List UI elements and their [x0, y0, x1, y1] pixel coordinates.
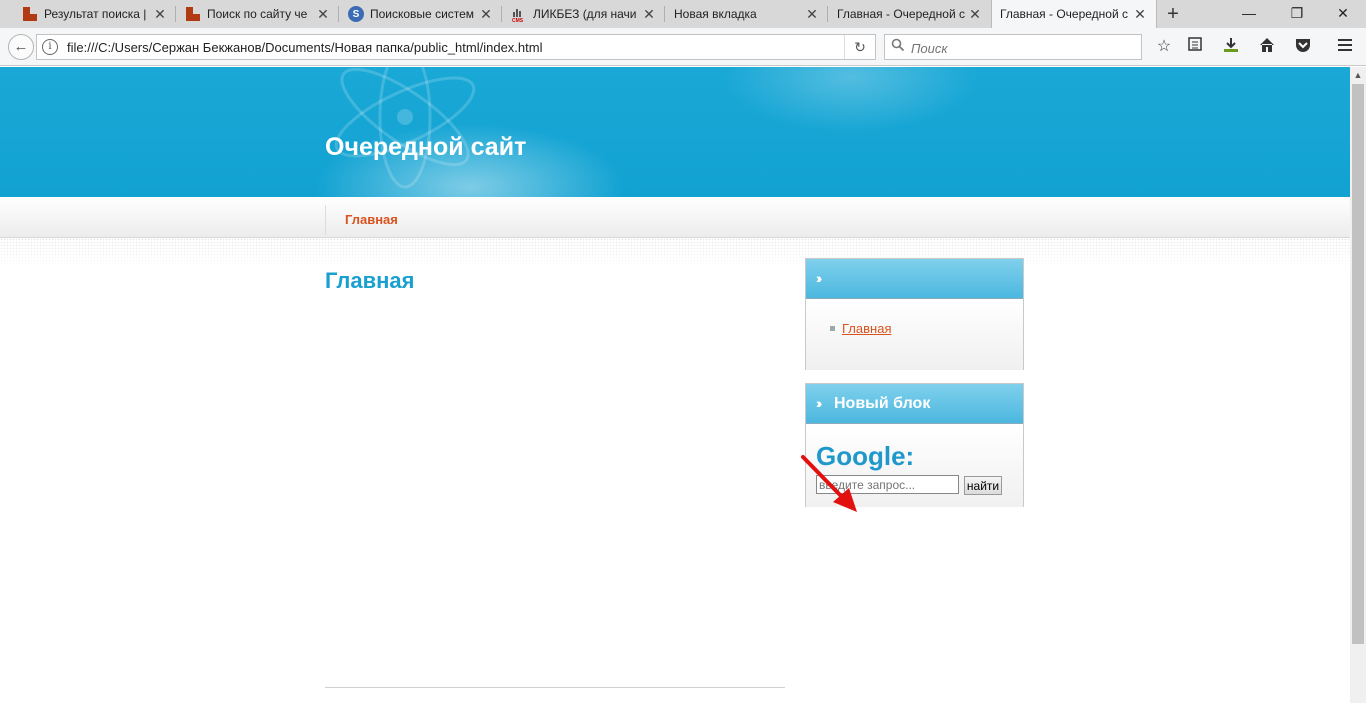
s-favicon-icon: S: [348, 6, 364, 22]
download-icon[interactable]: [1220, 36, 1242, 58]
tab-2[interactable]: Поиск по сайту че ✕: [177, 0, 339, 28]
close-tab-icon[interactable]: ✕: [315, 6, 331, 23]
google-search-button[interactable]: найти: [964, 476, 1002, 495]
star-icon[interactable]: ☆: [1153, 36, 1175, 58]
tab-title: ЛИКБЕЗ (для начи: [533, 7, 637, 21]
reload-icon[interactable]: ↻: [844, 35, 875, 59]
bullet-icon: [830, 326, 835, 331]
tab-5[interactable]: Новая вкладка ✕: [666, 0, 828, 28]
pocket-icon[interactable]: [1292, 36, 1314, 58]
grid-favicon-icon: [22, 6, 38, 22]
scrollbar-thumb[interactable]: [1352, 84, 1364, 644]
block-header: ››: [806, 259, 1023, 299]
menu-icon[interactable]: [1334, 36, 1356, 58]
tab-4[interactable]: CMS ЛИКБЕЗ (для начи ✕: [503, 0, 665, 28]
tab-7-active[interactable]: Главная - Очередной с ✕: [991, 0, 1157, 28]
info-icon[interactable]: i: [42, 39, 58, 55]
close-tab-icon[interactable]: ✕: [967, 6, 983, 23]
close-window-button[interactable]: ✕: [1320, 0, 1366, 28]
tab-6[interactable]: Главная - Очередной с ✕: [829, 0, 991, 28]
vertical-scrollbar[interactable]: ▲: [1350, 67, 1366, 703]
annotation-arrow-icon: [801, 455, 857, 512]
sidebar-link-home[interactable]: Главная: [842, 321, 891, 336]
back-button[interactable]: ←: [8, 34, 34, 60]
page-viewport: Очередной сайт Главная Главная ›› Главна…: [0, 67, 1350, 703]
site-title[interactable]: Очередной сайт: [325, 133, 526, 162]
tab-1[interactable]: Результат поиска | ✕: [14, 0, 176, 28]
close-tab-icon[interactable]: ✕: [804, 6, 820, 23]
reading-list-icon[interactable]: [1184, 36, 1206, 58]
close-tab-icon[interactable]: ✕: [641, 6, 657, 23]
block-header: ›› Новый блок: [806, 384, 1023, 424]
new-tab-button[interactable]: +: [1160, 3, 1186, 25]
dotted-band: [0, 238, 1350, 268]
scroll-up-icon[interactable]: ▲: [1350, 67, 1366, 83]
search-input[interactable]: [909, 38, 1133, 58]
search-icon: [891, 38, 905, 55]
block-title: Новый блок: [834, 395, 931, 412]
page-title: Главная: [325, 268, 415, 293]
tab-title: Поиск по сайту че: [207, 7, 308, 21]
tab-title: Новая вкладка: [674, 7, 757, 21]
grid-favicon-icon: [185, 6, 201, 22]
menu-item-home[interactable]: Главная: [345, 212, 398, 227]
restore-button[interactable]: ❐: [1274, 0, 1320, 28]
cms-favicon-icon: CMS: [511, 6, 527, 22]
close-tab-icon[interactable]: ✕: [478, 6, 494, 23]
site-header: Очередной сайт: [0, 67, 1350, 197]
sidebar-block-navigation: ›› Главная: [805, 258, 1024, 370]
close-tab-icon[interactable]: ✕: [152, 6, 168, 23]
svg-text:CMS: CMS: [512, 18, 524, 22]
atom-decoration-icon: [334, 67, 476, 189]
search-box[interactable]: [884, 34, 1142, 60]
block-body: Главная: [806, 299, 1023, 370]
tab-strip: Результат поиска | ✕ Поиск по сайту че ✕…: [0, 0, 1366, 28]
tab-title: Результат поиска |: [44, 7, 147, 21]
minimize-button[interactable]: —: [1226, 0, 1272, 28]
address-bar[interactable]: i file:///C:/Users/Сержан Бекжанов/Docum…: [36, 34, 876, 60]
tab-title: Поисковые систем: [370, 7, 475, 21]
double-chevron-icon: ››: [816, 270, 823, 286]
address-text[interactable]: file:///C:/Users/Сержан Бекжанов/Documen…: [67, 40, 542, 55]
close-tab-icon[interactable]: ✕: [1132, 6, 1148, 23]
tab-title: Главная - Очередной с: [1000, 7, 1129, 21]
main-menu: Главная: [0, 197, 1350, 238]
navigation-toolbar: ← i file:///C:/Users/Сержан Бекжанов/Doc…: [0, 28, 1366, 66]
content-divider: [325, 687, 785, 688]
double-chevron-icon: ››: [816, 395, 823, 411]
tab-3[interactable]: S Поисковые систем ✕: [340, 0, 502, 28]
home-icon[interactable]: [1256, 36, 1278, 58]
tab-title: Главная - Очередной с: [837, 7, 966, 21]
